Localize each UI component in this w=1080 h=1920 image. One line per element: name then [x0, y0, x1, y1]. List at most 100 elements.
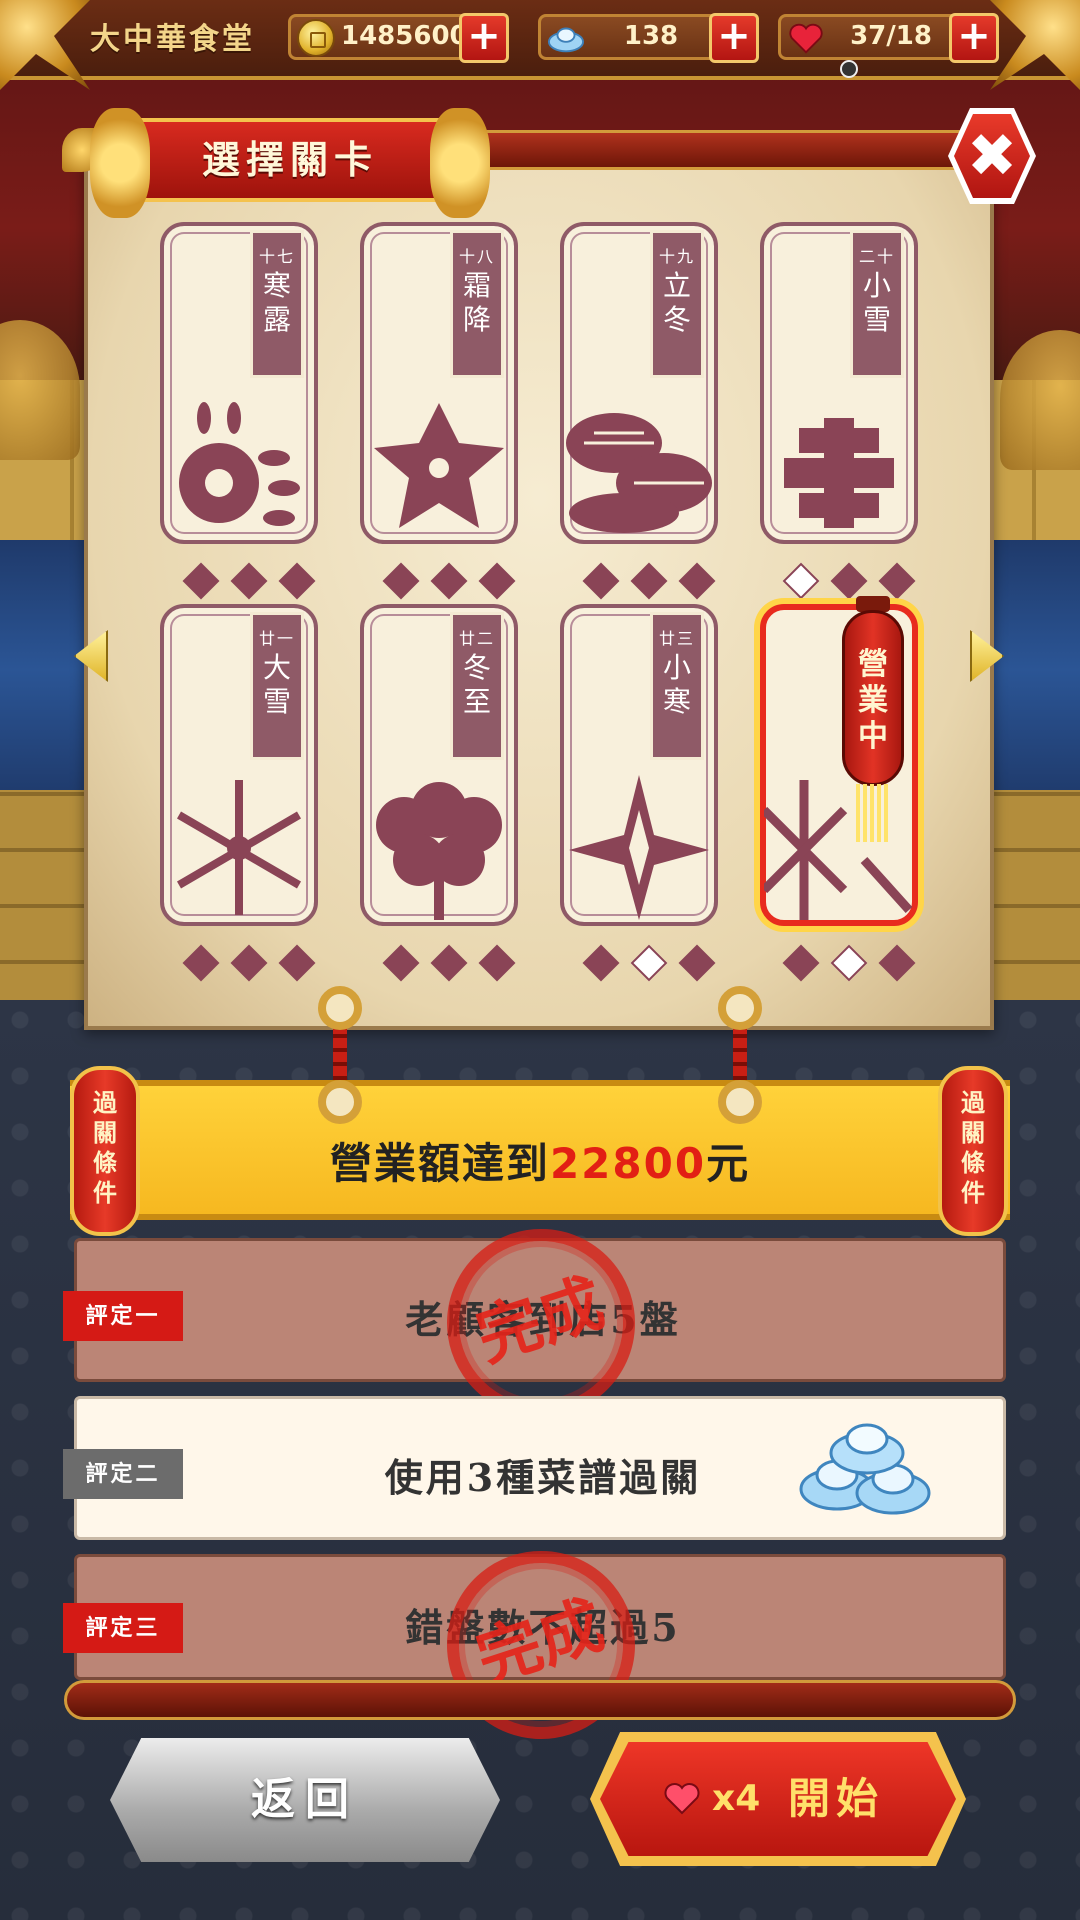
stage-emblem-icon	[566, 413, 712, 533]
stage-card[interactable]: 十八 霜降	[360, 222, 518, 600]
coin-icon	[297, 19, 335, 57]
stage-number: 二十	[858, 247, 895, 266]
filled-diamond-icon	[382, 562, 420, 600]
close-icon: ✖	[954, 114, 1030, 198]
corner-ornament-icon	[990, 0, 1080, 90]
stage-number: 十九	[658, 247, 695, 266]
silver-ingot-reward-icon	[799, 1423, 931, 1515]
heart-icon	[664, 1783, 700, 1815]
stage-label: 十七 寒露	[250, 230, 304, 378]
filled-diamond-icon	[182, 944, 220, 982]
shop-name: 大中華食堂	[90, 22, 255, 57]
rating-row-1: 評定一 老顧客到店5盤 完成	[63, 1204, 1006, 1442]
cord-ring-icon	[318, 986, 362, 1030]
panel-title-text: 選擇關卡	[201, 137, 378, 182]
start-button[interactable]: x4 開始	[590, 1732, 966, 1866]
filled-diamond-icon	[630, 562, 668, 600]
stage-rating-gems	[374, 944, 516, 982]
lantern-tassel	[856, 784, 890, 842]
add-coins-button[interactable]: +	[459, 13, 509, 63]
stage-name: 小寒	[662, 651, 691, 718]
stage-card[interactable]: 十七 寒露	[160, 222, 318, 600]
condition-suffix: 元	[706, 1139, 751, 1188]
stage-name: 冬至	[462, 651, 491, 718]
lantern-text: 營業中	[858, 647, 888, 754]
stage-card[interactable]: 廿三 小寒	[560, 604, 718, 982]
cord-ring-icon	[318, 1080, 362, 1124]
stage-rating-gems	[174, 562, 316, 600]
stage-card[interactable]: 二十 小雪	[760, 222, 918, 600]
filled-diamond-icon	[230, 562, 268, 600]
filled-diamond-icon	[430, 944, 468, 982]
filled-diamond-icon	[830, 562, 868, 600]
stage-card[interactable]: 廿一 大雪	[160, 604, 318, 982]
filled-diamond-icon	[430, 562, 468, 600]
top-bar: 大中華食堂 1485600 + 138 + 37/18 +	[0, 0, 1080, 90]
back-button[interactable]: 返回	[110, 1738, 500, 1862]
stage-name: 小雪	[862, 269, 891, 336]
open-lantern: 營業中	[838, 596, 908, 846]
stage-rating-gems	[574, 562, 716, 600]
cord-ring-icon	[718, 986, 762, 1030]
filled-diamond-icon	[582, 562, 620, 600]
stage-rating-gems	[374, 562, 516, 600]
stage-emblem-icon	[569, 775, 709, 920]
filled-diamond-icon	[230, 944, 268, 982]
stage-name: 立冬	[662, 269, 691, 336]
stage-name: 寒露	[262, 269, 291, 336]
corner-ornament-icon	[0, 0, 90, 90]
empty-diamond-icon	[830, 944, 868, 982]
filled-diamond-icon	[582, 944, 620, 982]
filled-diamond-icon	[782, 944, 820, 982]
stage-emblem-icon	[176, 780, 302, 915]
stage-number: 廿三	[658, 629, 695, 648]
stage-number: 十七	[258, 247, 295, 266]
stage-number: 十八	[458, 247, 495, 266]
stage-card[interactable]: 廿二 冬至	[360, 604, 518, 982]
stage-emblem-icon	[374, 403, 504, 528]
stage-emblem-icon	[784, 418, 894, 528]
stage-rating-gems	[774, 562, 916, 600]
cord-ring-icon	[718, 1080, 762, 1124]
condition-lantern-left: 過關條件	[70, 1066, 140, 1236]
empty-diamond-icon	[630, 944, 668, 982]
rating-row-2: 評定二 使用3種菜譜過關	[63, 1396, 1006, 1540]
stage-label: 廿三 小寒	[650, 612, 704, 760]
knot-ornament-icon	[430, 108, 490, 218]
empty-diamond-icon	[782, 562, 820, 600]
start-button-face: x4 開始	[600, 1742, 956, 1856]
start-label: 開始	[788, 1774, 885, 1823]
condition-lantern-right: 過關條件	[938, 1066, 1008, 1236]
condition-lantern-text: 過關條件	[93, 1088, 117, 1207]
condition-goal: 22800	[549, 1139, 707, 1188]
silver-counter: 138 +	[538, 13, 759, 63]
bottom-scroll-rod	[64, 1680, 1016, 1720]
silver-ingot-icon	[547, 27, 585, 53]
condition-lantern-text: 過關條件	[961, 1088, 985, 1207]
pass-condition-bar: 營業額達到22800元	[70, 1080, 1010, 1220]
stage-card[interactable]: 營業中	[760, 596, 918, 982]
stage-rating-gems	[774, 944, 916, 982]
stage-emblem-icon	[179, 402, 300, 526]
stage-rating-gems	[574, 944, 716, 982]
stage-number: 廿二	[458, 629, 495, 648]
stage-label: 廿一 大雪	[250, 612, 304, 760]
start-cost: x4	[712, 1778, 761, 1819]
coins-value: 1485600	[341, 21, 468, 51]
add-hearts-button[interactable]: +	[949, 13, 999, 63]
stage-name: 霜降	[462, 269, 491, 336]
add-silver-button[interactable]: +	[709, 13, 759, 63]
hearts-counter: 37/18 +	[778, 13, 999, 63]
heart-icon	[789, 23, 823, 54]
pass-condition-text: 營業額達到22800元	[70, 1130, 1010, 1191]
condition-prefix: 營業額達到	[329, 1139, 550, 1188]
stage-number: 廿一	[258, 629, 295, 648]
stage-label: 十九 立冬	[650, 230, 704, 378]
filled-diamond-icon	[382, 944, 420, 982]
stage-rating-gems	[174, 944, 316, 982]
stopwatch-icon	[840, 60, 858, 78]
stage-label: 廿二 冬至	[450, 612, 504, 760]
lantern-body: 營業中	[842, 610, 904, 786]
hearts-value: 37/18	[850, 21, 932, 51]
stage-card[interactable]: 十九 立冬	[560, 222, 718, 600]
